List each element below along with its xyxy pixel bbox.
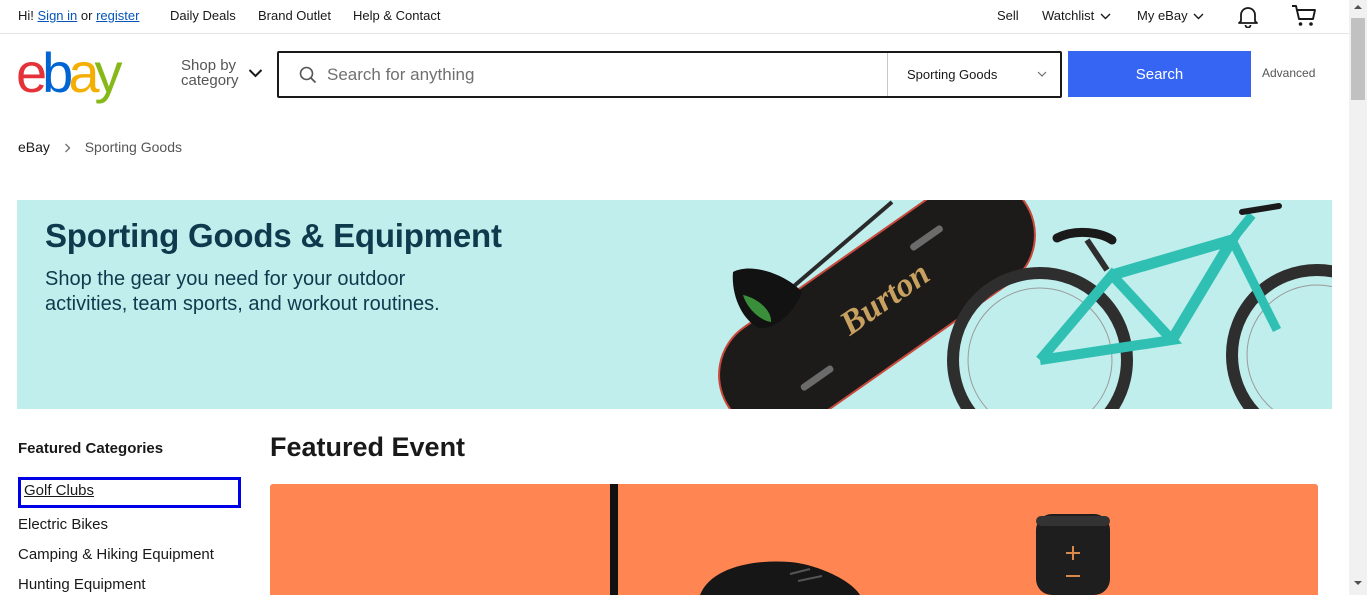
sign-in-link[interactable]: Sign in bbox=[38, 8, 78, 23]
banner-subtitle-line2: activities, team sports, and workout rou… bbox=[45, 293, 440, 315]
logo-letter-b: b bbox=[42, 46, 71, 104]
search-bar: Sporting Goods bbox=[277, 51, 1062, 98]
club-shaft-image bbox=[610, 484, 618, 595]
logo-letter-y: y bbox=[94, 46, 122, 104]
category-link-golf-clubs[interactable]: Golf Clubs bbox=[18, 477, 241, 508]
breadcrumb-home-link[interactable]: eBay bbox=[18, 139, 50, 155]
scroll-up-arrow-icon[interactable] bbox=[1354, 4, 1362, 10]
scrollbar-thumb[interactable] bbox=[1351, 18, 1365, 100]
category-select[interactable]: Sporting Goods bbox=[887, 53, 1061, 96]
banner-subtitle: Shop the gear you need for your outdoor … bbox=[45, 267, 505, 317]
daily-deals-link[interactable]: Daily Deals bbox=[170, 8, 236, 23]
greeting: Hi! Sign in or register bbox=[18, 8, 139, 23]
watchlist-label: Watchlist bbox=[1042, 8, 1095, 23]
page-scrollbar[interactable] bbox=[1349, 0, 1367, 595]
my-ebay-label: My eBay bbox=[1137, 8, 1188, 23]
search-input[interactable] bbox=[325, 63, 869, 87]
featured-event-banner[interactable] bbox=[270, 484, 1318, 595]
search-icon bbox=[299, 66, 317, 84]
featured-categories-title: Featured Categories bbox=[18, 440, 164, 457]
help-contact-link[interactable]: Help & Contact bbox=[353, 8, 440, 23]
ebay-logo[interactable]: ebay bbox=[16, 46, 146, 104]
search-button[interactable]: Search bbox=[1068, 51, 1251, 97]
category-link-electric-bikes[interactable]: Electric Bikes bbox=[18, 516, 108, 533]
chevron-down-icon bbox=[1037, 71, 1047, 77]
chevron-down-icon bbox=[1193, 13, 1204, 20]
shop-by-line2: category bbox=[181, 72, 239, 89]
featured-event-title: Featured Event bbox=[270, 432, 466, 462]
category-link-hunting[interactable]: Hunting Equipment bbox=[18, 576, 146, 593]
chevron-down-icon bbox=[1100, 13, 1111, 20]
breadcrumb-current: Sporting Goods bbox=[84, 139, 182, 155]
cart-icon[interactable] bbox=[1291, 4, 1317, 28]
chevron-down-icon[interactable] bbox=[248, 68, 263, 78]
shop-by-category-button[interactable]: Shop by category bbox=[181, 58, 239, 88]
banner-title: Sporting Goods & Equipment bbox=[45, 217, 502, 254]
logo-letter-e: e bbox=[16, 46, 45, 104]
scroll-down-arrow-icon[interactable] bbox=[1354, 580, 1362, 586]
bell-icon[interactable] bbox=[1236, 4, 1260, 28]
advanced-search-link[interactable]: Advanced bbox=[1262, 66, 1315, 80]
greeting-text: Hi! bbox=[18, 8, 34, 23]
category-select-value: Sporting Goods bbox=[907, 67, 998, 82]
sell-link[interactable]: Sell bbox=[997, 8, 1019, 23]
shop-by-line1: Shop by bbox=[181, 57, 237, 74]
svg-text:ebay: ebay bbox=[16, 46, 122, 104]
register-link[interactable]: register bbox=[96, 8, 139, 23]
brand-outlet-link[interactable]: Brand Outlet bbox=[258, 8, 331, 23]
or-text: or bbox=[80, 8, 93, 23]
chevron-right-icon bbox=[64, 143, 71, 153]
hero-banner[interactable]: Burton Sporting Goods & Equipment Shop t… bbox=[17, 200, 1332, 409]
breadcrumb: eBay Sporting Goods bbox=[18, 139, 182, 155]
category-link-label: Golf Clubs bbox=[24, 482, 95, 499]
category-link-camping-hiking[interactable]: Camping & Hiking Equipment bbox=[18, 546, 214, 563]
watchlist-menu[interactable]: Watchlist bbox=[1042, 8, 1111, 23]
top-utility-bar: Hi! Sign in or register Daily Deals Bran… bbox=[0, 0, 1349, 34]
featured-event-image bbox=[610, 484, 1110, 595]
shoe-image bbox=[700, 561, 860, 595]
my-ebay-menu[interactable]: My eBay bbox=[1137, 8, 1204, 23]
banner-subtitle-line1: Shop the gear you need for your outdoor bbox=[45, 268, 406, 290]
